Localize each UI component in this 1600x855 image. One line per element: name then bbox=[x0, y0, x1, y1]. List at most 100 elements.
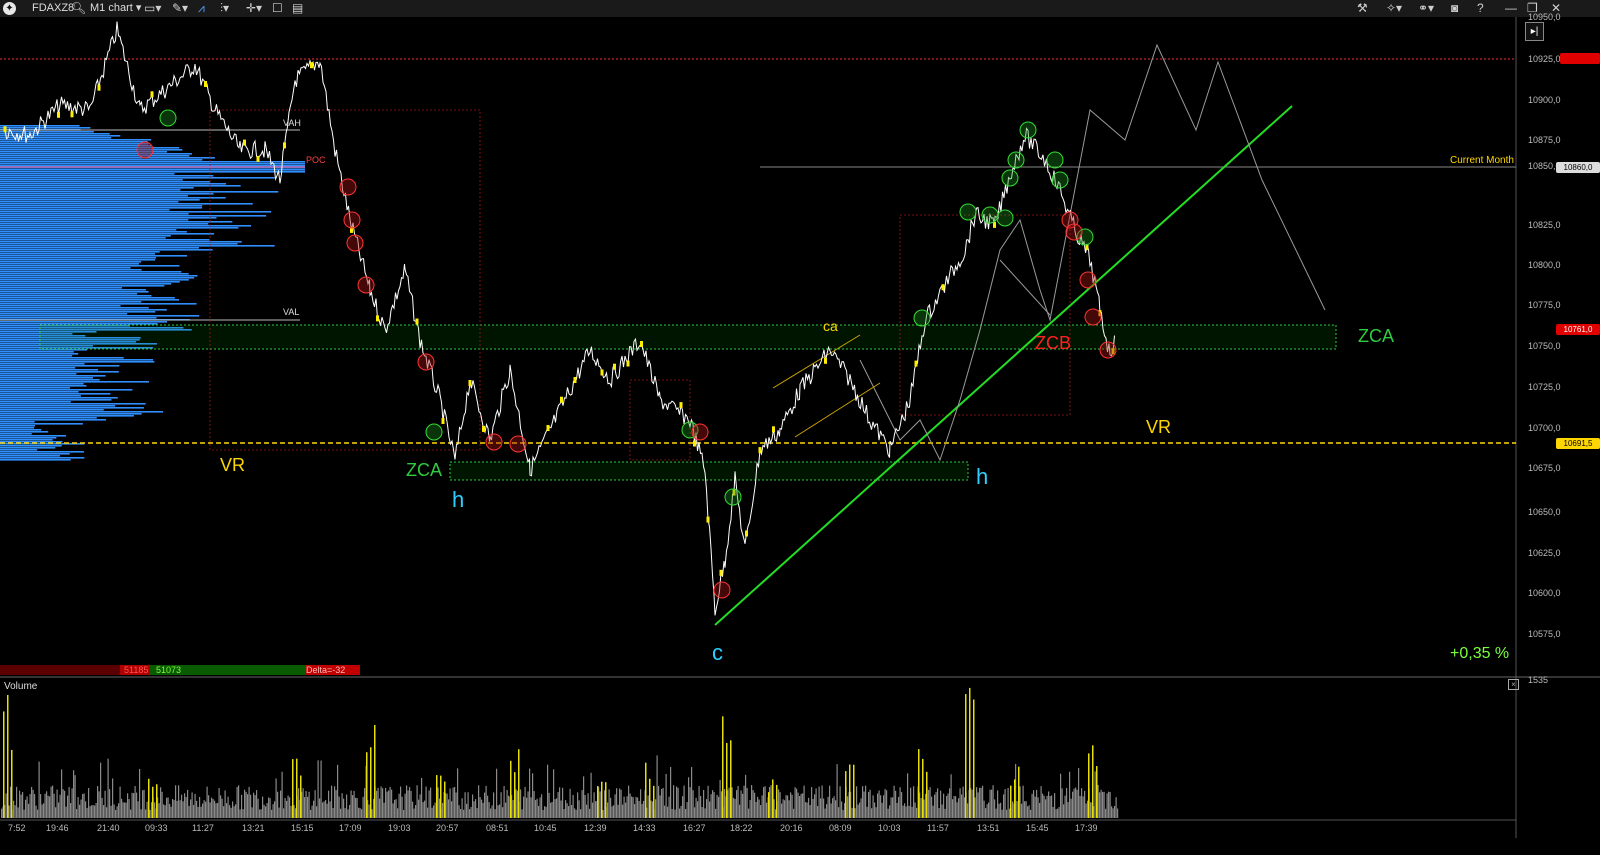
camera-icon[interactable]: ◙ bbox=[1451, 1, 1458, 16]
profile-bar bbox=[0, 421, 35, 423]
link-icon[interactable]: ⚭▾ bbox=[1418, 1, 1434, 16]
volume-bar bbox=[220, 795, 222, 818]
volume-bar bbox=[70, 802, 72, 818]
volume-bar bbox=[974, 797, 976, 818]
volume-bar bbox=[358, 807, 360, 818]
volume-bar bbox=[263, 804, 265, 818]
volume-bar bbox=[895, 790, 897, 818]
volume-bar bbox=[400, 786, 402, 818]
volume-bar bbox=[665, 773, 667, 818]
profile-bar bbox=[0, 289, 146, 291]
chart-type-dropdown[interactable]: M1 chart ▾ bbox=[90, 1, 141, 16]
layout-icon[interactable]: ▤ bbox=[292, 1, 303, 16]
crosshair-icon[interactable]: ✛▾ bbox=[246, 1, 262, 16]
volume-bar bbox=[211, 797, 213, 818]
symbol-selector[interactable]: FDAXZ8 bbox=[32, 1, 74, 16]
volume-spike bbox=[1088, 753, 1090, 818]
volume-bar bbox=[749, 800, 751, 818]
volume-bar bbox=[481, 799, 483, 818]
profile-bar bbox=[0, 353, 79, 355]
volume-bar bbox=[88, 788, 90, 818]
close-panel-icon[interactable]: × bbox=[1508, 679, 1519, 690]
help-icon[interactable]: ? bbox=[1477, 1, 1484, 16]
volume-bar bbox=[89, 806, 91, 818]
profile-bar bbox=[0, 219, 189, 221]
volume-bar bbox=[470, 806, 472, 818]
volume-bar bbox=[494, 809, 496, 818]
volume-bar bbox=[599, 791, 601, 818]
volume-bar bbox=[1027, 806, 1029, 818]
volume-mark bbox=[256, 155, 260, 162]
volume-bar bbox=[305, 791, 307, 818]
profile-bar bbox=[0, 297, 175, 299]
tools-icon[interactable]: ⚒ bbox=[1357, 1, 1368, 16]
volume-bar bbox=[194, 793, 196, 818]
volume-bar bbox=[733, 797, 735, 818]
volume-bar bbox=[256, 790, 258, 818]
volume-bar bbox=[967, 803, 969, 818]
volume-bar bbox=[320, 760, 322, 818]
volume-bar bbox=[932, 805, 934, 818]
volume-bar bbox=[1012, 801, 1014, 818]
vah-label: VAH bbox=[283, 118, 301, 128]
volume-bar bbox=[454, 786, 456, 818]
volume-mark bbox=[204, 81, 207, 87]
profile-bar bbox=[0, 305, 121, 307]
volume-bar bbox=[29, 794, 31, 818]
volume-bar bbox=[1007, 788, 1009, 818]
volume-bar bbox=[821, 785, 823, 818]
app-logo-icon[interactable]: ✦ bbox=[3, 2, 16, 15]
window-icon[interactable]: ☐ bbox=[272, 1, 283, 16]
volume-bar bbox=[515, 789, 517, 818]
volume-mark bbox=[441, 418, 445, 424]
sell-signal-circle bbox=[509, 435, 527, 453]
volume-bar bbox=[20, 794, 22, 818]
volume-bar bbox=[953, 795, 955, 818]
profile-bar bbox=[0, 231, 187, 233]
magic-icon[interactable]: ✧▾ bbox=[1386, 1, 1402, 16]
volume-bar bbox=[457, 768, 459, 818]
indicator-icon[interactable]: ⩘ bbox=[198, 1, 205, 16]
volume-bar bbox=[493, 792, 495, 818]
volume-bar bbox=[449, 788, 451, 818]
volume-bar bbox=[229, 805, 231, 818]
volume-bar bbox=[593, 792, 595, 818]
display-settings-icon[interactable]: ▭▾ bbox=[144, 1, 161, 16]
volume-bar bbox=[379, 798, 381, 818]
profile-bar bbox=[0, 377, 94, 379]
volume-bar bbox=[116, 806, 118, 818]
profile-bar bbox=[0, 199, 200, 201]
volume-bar bbox=[902, 805, 904, 818]
minimize-icon[interactable]: — bbox=[1505, 1, 1517, 16]
volume-bar bbox=[634, 804, 636, 818]
panel-toggle-icon[interactable]: ▸| bbox=[1525, 22, 1544, 41]
volume-bar bbox=[623, 796, 625, 818]
volume-bar bbox=[934, 794, 936, 818]
draw-pen-icon[interactable]: ✎▾ bbox=[172, 1, 188, 16]
volume-bar bbox=[986, 804, 988, 818]
volume-bar bbox=[628, 785, 630, 818]
volume-bar bbox=[290, 805, 292, 818]
volume-bar bbox=[794, 787, 796, 818]
profile-bar bbox=[0, 153, 192, 155]
volume-spike bbox=[776, 784, 778, 818]
volume-bar bbox=[136, 792, 138, 818]
volume-spike bbox=[653, 785, 655, 818]
price-tick: 10925,0 bbox=[1528, 54, 1561, 64]
bars-icon[interactable]: ⫶▾ bbox=[220, 1, 229, 16]
volume-bar bbox=[710, 794, 712, 818]
profile-bar bbox=[0, 393, 111, 395]
volume-bar bbox=[409, 787, 411, 818]
volume-bar bbox=[463, 809, 465, 818]
volume-bar bbox=[172, 799, 174, 818]
chart-canvas[interactable] bbox=[0, 17, 1600, 855]
profile-bar bbox=[0, 261, 142, 263]
search-icon[interactable]: 🔍︎ bbox=[71, 1, 86, 16]
volume-bar bbox=[737, 785, 739, 818]
sell-signal-circle bbox=[343, 211, 361, 229]
volume-bar bbox=[709, 801, 711, 818]
volume-bar bbox=[587, 793, 589, 818]
volume-bar bbox=[1037, 797, 1039, 818]
volume-mark bbox=[719, 569, 723, 576]
volume-spike bbox=[156, 784, 158, 818]
